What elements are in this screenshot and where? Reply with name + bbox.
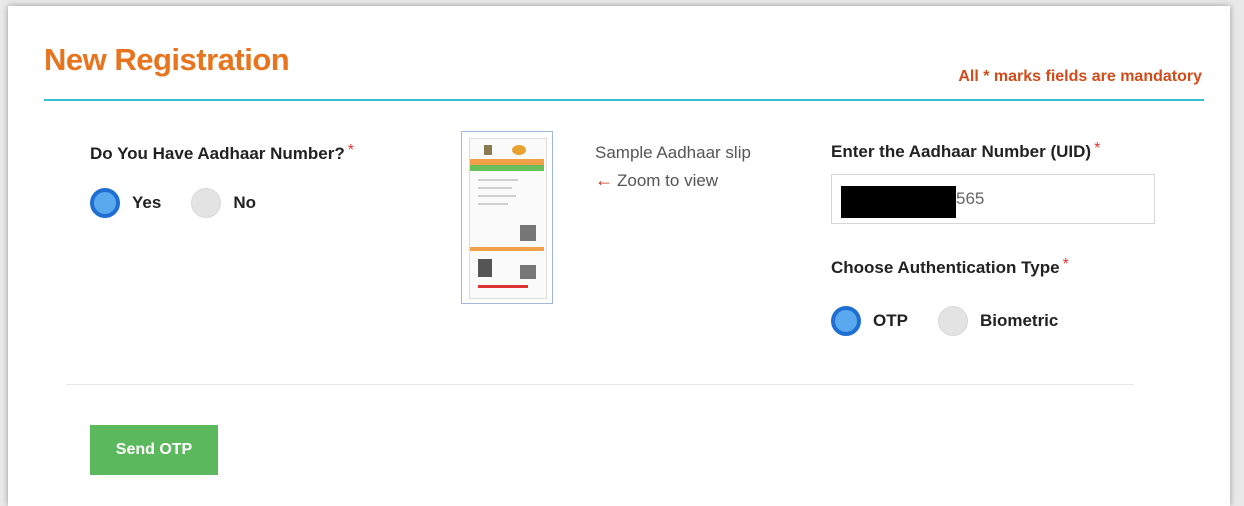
required-star: * [1062,256,1069,273]
form-divider [66,384,1134,385]
radio-biometric[interactable] [937,306,968,336]
arrow-left-icon: ← [595,170,613,190]
slip-text-line [478,195,516,197]
qr-code-icon [520,225,536,241]
qr-code-icon-lower [520,265,536,279]
page-title: New Registration [44,42,290,77]
slip-footer-line [478,285,528,288]
slip-band-orange-lower [470,247,544,251]
slip-text-line [478,203,508,205]
radio-yes[interactable] [90,188,120,218]
auth-type-label: Choose Authentication Type * [831,256,1069,278]
slip-band-green [470,165,544,171]
registration-card: New Registration All * marks fields are … [8,6,1230,506]
mandatory-note: All * marks fields are mandatory [958,68,1202,86]
radio-biometric-label[interactable]: Biometric [980,311,1058,331]
mandatory-note-star: * [983,68,990,85]
radio-no[interactable] [191,188,222,218]
uid-label-text: Enter the Aadhaar Number (UID) [831,142,1092,161]
zoom-text[interactable]: Zoom to view [617,171,718,191]
aadhaar-radio-group: Yes No [90,188,278,218]
sample-aadhaar-slip-thumbnail[interactable] [461,131,553,304]
slip-text-line [478,187,512,189]
aadhaar-logo-icon [512,145,526,155]
uid-label: Enter the Aadhaar Number (UID) * [831,140,1101,162]
aadhaar-question-text: Do You Have Aadhaar Number? [90,144,345,163]
photo-icon [478,259,492,277]
emblem-icon [484,145,492,155]
slip-text-line [478,179,518,181]
required-star: * [347,142,354,159]
slip-image [469,138,547,299]
radio-otp-label[interactable]: OTP [873,311,908,331]
redaction-block [841,186,956,218]
required-star: * [1094,140,1101,157]
mandatory-note-suffix: marks fields are mandatory [993,68,1202,85]
sample-slip-caption: Sample Aadhaar slip [595,143,751,162]
auth-radio-group: OTP Biometric [831,306,1080,336]
zoom-to-view-link[interactable]: ← Zoom to view [595,170,718,191]
send-otp-button[interactable]: Send OTP [90,425,218,475]
radio-yes-label[interactable]: Yes [132,193,161,213]
radio-otp[interactable] [831,306,861,336]
aadhaar-question-label: Do You Have Aadhaar Number? * [90,142,354,164]
radio-no-label[interactable]: No [233,193,256,213]
auth-type-label-text: Choose Authentication Type [831,258,1060,277]
header-divider [44,99,1204,101]
mandatory-note-prefix: All [958,68,979,85]
